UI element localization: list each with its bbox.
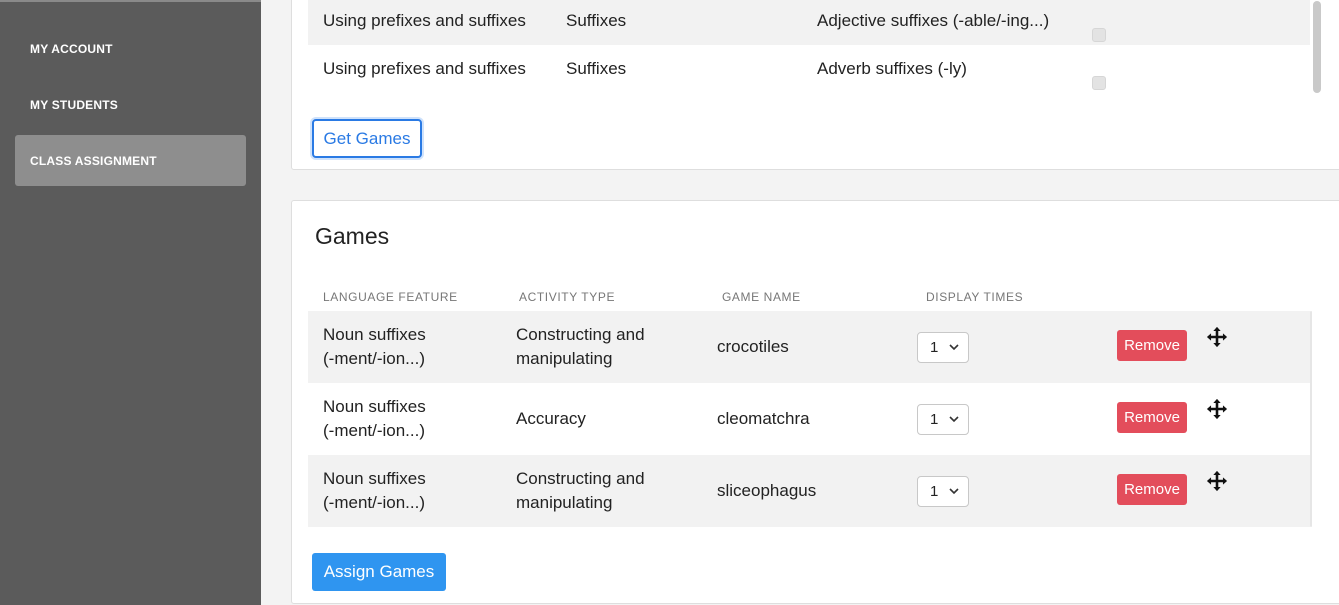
header-game-name: GAME NAME	[722, 290, 801, 304]
category-cell: Suffixes	[566, 11, 627, 30]
topic-cell: Using prefixes and suffixes	[323, 59, 526, 78]
table-row: Noun suffixes (-ment/-ion...) Accuracy c…	[308, 383, 1310, 455]
feature-cell: Adjective suffixes (-able/-ing...)	[817, 11, 1050, 30]
activity-text: manipulating	[516, 493, 613, 512]
language-feature-cell: Noun suffixes (-ment/-ion...)	[323, 311, 426, 383]
activity-text: Constructing and	[516, 469, 645, 488]
games-table-edge	[1310, 311, 1312, 527]
display-times-select[interactable]: 1	[917, 404, 969, 435]
chevron-down-icon	[949, 344, 959, 351]
sidebar: MY ACCOUNT MY STUDENTS CLASS ASSIGNMENT	[0, 0, 261, 605]
activity-type-cell: Constructing and manipulating	[516, 311, 645, 383]
feature-text: (-ment/-ion...)	[323, 421, 426, 440]
move-arrows-icon[interactable]	[1206, 326, 1228, 348]
games-title: Games	[315, 223, 390, 249]
header-language-feature: LANGUAGE FEATURE	[323, 290, 458, 304]
table-row: Noun suffixes (-ment/-ion...) Constructi…	[308, 455, 1310, 527]
remove-button[interactable]: Remove	[1117, 330, 1187, 361]
language-feature-cell: Noun suffixes (-ment/-ion...)	[323, 455, 426, 527]
remove-button[interactable]: Remove	[1117, 402, 1187, 433]
category-cell: Suffixes	[566, 59, 627, 78]
activity-type-cell: Constructing and manipulating	[516, 455, 645, 527]
display-times-select[interactable]: 1	[917, 476, 969, 507]
move-arrows-icon[interactable]	[1206, 398, 1228, 420]
header-activity-type: ACTIVITY TYPE	[519, 290, 616, 304]
sidebar-item-label: MY ACCOUNT	[30, 41, 113, 56]
chevron-down-icon	[949, 488, 959, 495]
feature-checkbox[interactable]	[1092, 76, 1106, 90]
sidebar-item-label: MY STUDENTS	[30, 97, 118, 112]
move-arrows-icon[interactable]	[1206, 470, 1228, 492]
display-times-select[interactable]: 1	[917, 332, 969, 363]
game-name-cell: cleomatchra	[717, 409, 810, 428]
sidebar-item-my-students[interactable]: MY STUDENTS	[15, 79, 246, 130]
game-name-cell: sliceophagus	[717, 481, 817, 500]
activity-text: manipulating	[516, 349, 613, 368]
sidebar-item-my-account[interactable]: MY ACCOUNT	[15, 23, 246, 74]
table-scrollbar[interactable]	[1313, 1, 1321, 93]
assign-games-button[interactable]: Assign Games	[312, 553, 446, 591]
get-games-button[interactable]: Get Games	[312, 119, 422, 158]
activity-type-cell: Accuracy	[516, 409, 586, 428]
feature-text: (-ment/-ion...)	[323, 493, 426, 512]
feature-cell: Adverb suffixes (-ly)	[817, 59, 967, 78]
chevron-down-icon	[949, 416, 959, 423]
feature-text: Noun suffixes	[323, 469, 426, 488]
table-row: Using prefixes and suffixes Suffixes Adv…	[308, 45, 1310, 93]
game-name-cell: crocotiles	[717, 337, 789, 356]
feature-text: Noun suffixes	[323, 325, 426, 344]
games-panel: Games LANGUAGE FEATURE ACTIVITY TYPE GAM…	[291, 200, 1339, 604]
feature-text: Noun suffixes	[323, 397, 426, 416]
activity-text: Constructing and	[516, 325, 645, 344]
topic-cell: Using prefixes and suffixes	[323, 11, 526, 30]
header-display-times: DISPLAY TIMES	[926, 290, 1024, 304]
sidebar-item-label: CLASS ASSIGNMENT	[30, 153, 157, 168]
feature-text: (-ment/-ion...)	[323, 349, 426, 368]
sidebar-item-class-assignment[interactable]: CLASS ASSIGNMENT	[15, 135, 246, 186]
select-value: 1	[930, 339, 939, 356]
feature-selection-panel: Using prefixes and suffixes Suffixes Adj…	[291, 0, 1339, 170]
language-feature-cell: Noun suffixes (-ment/-ion...)	[323, 383, 426, 455]
remove-button[interactable]: Remove	[1117, 474, 1187, 505]
select-value: 1	[930, 483, 939, 500]
table-row: Using prefixes and suffixes Suffixes Adj…	[308, 0, 1310, 45]
table-row: Noun suffixes (-ment/-ion...) Constructi…	[308, 311, 1310, 383]
select-value: 1	[930, 411, 939, 428]
feature-checkbox[interactable]	[1092, 28, 1106, 42]
